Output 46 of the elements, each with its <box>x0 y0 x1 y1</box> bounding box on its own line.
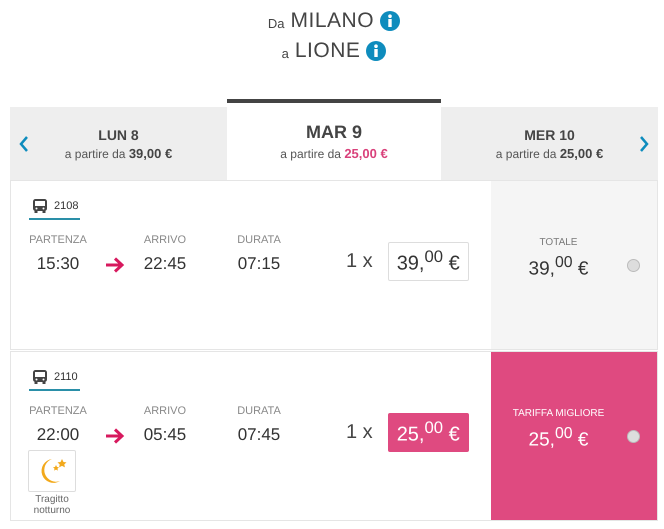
departure-label: PARTENZA <box>29 234 87 246</box>
date-tab[interactable]: LUN 8 a partire da 39,00 € <box>10 107 227 180</box>
bus-icon <box>32 369 48 385</box>
tab-price: a partire da 25,00 € <box>280 146 388 161</box>
quantity: 1 x <box>346 250 373 273</box>
to-prefix: a <box>282 46 289 60</box>
bus-icon <box>32 198 48 214</box>
next-icon[interactable] <box>639 135 649 153</box>
total-price: 39,$^{00}$ € <box>528 254 588 281</box>
departure-time: 15:30 <box>36 254 80 274</box>
tab-day: MER 10 <box>524 126 575 142</box>
tab-day: LUN 8 <box>98 126 139 142</box>
quantity: 1 x <box>346 420 373 444</box>
moon-icon <box>28 450 76 492</box>
previous-icon[interactable] <box>19 135 29 153</box>
info-icon[interactable] <box>380 11 400 31</box>
info-icon[interactable] <box>366 41 386 61</box>
departure-label: PARTENZA <box>29 405 87 418</box>
arrow-icon <box>105 428 125 444</box>
arrival-time: 22:45 <box>144 254 186 274</box>
trip-number: 2110 <box>54 371 78 383</box>
tab-day: MAR 9 <box>306 122 362 143</box>
night-label: Tragitto notturno <box>32 494 72 516</box>
arrow-icon <box>105 257 125 274</box>
duration-label: DURATA <box>237 234 281 246</box>
tab-price: a partire da 25,00 € <box>496 146 604 160</box>
total-label: TARIFFA MIGLIORE <box>512 408 604 420</box>
select-radio[interactable] <box>627 430 640 442</box>
total-price: 25,$^{00}$ € <box>528 425 588 452</box>
duration-time: 07:15 <box>238 254 280 274</box>
fare-price: 39,$^{00}$ € <box>388 242 469 281</box>
destination-city: LIONE <box>294 39 360 63</box>
trip-number: 2108 <box>54 200 78 212</box>
arrival-label: ARRIVO <box>144 234 186 246</box>
from-prefix: Da <box>268 16 285 30</box>
tab-price: a partire da 39,00 € <box>64 146 172 160</box>
departure-time: 22:00 <box>36 425 80 446</box>
duration-time: 07:45 <box>238 425 280 446</box>
origin-city: MILANO <box>290 9 374 33</box>
fare-price: 25,$^{00}$ € <box>388 413 469 452</box>
date-tab[interactable]: MER 10 a partire da 25,00 € <box>441 107 658 180</box>
total-label: TOTALE <box>540 237 578 248</box>
arrival-time: 05:45 <box>144 425 186 446</box>
duration-label: DURATA <box>237 405 281 418</box>
select-radio[interactable] <box>627 258 640 272</box>
arrival-label: ARRIVO <box>144 405 186 418</box>
